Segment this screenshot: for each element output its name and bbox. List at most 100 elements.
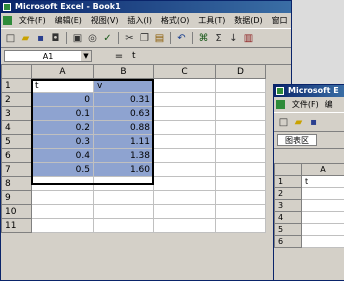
permission-icon[interactable]: ◘ [49,32,62,45]
cell[interactable] [216,219,266,233]
cell[interactable] [216,163,266,177]
row-header[interactable]: 6 [275,236,302,248]
menu-view[interactable]: 视图(V) [91,16,119,25]
cell[interactable] [216,191,266,205]
cell[interactable] [216,177,266,191]
menu-format[interactable]: 格式(O) [161,16,190,25]
row-header[interactable]: 5 [275,224,302,236]
cell-b[interactable]: 0.63 [94,107,154,121]
menu-edit[interactable]: 编辑(E) [55,16,82,25]
menu-tools[interactable]: 工具(T) [198,16,225,25]
cell-a[interactable]: 0.4 [32,149,94,163]
cell[interactable] [94,205,154,219]
cell-b[interactable]: 1.60 [94,163,154,177]
row-header[interactable]: 10 [2,205,32,219]
undo-icon[interactable]: ↶ [175,32,188,45]
select-all-corner[interactable] [275,164,302,176]
cell[interactable] [154,121,216,135]
cell[interactable] [216,135,266,149]
cell[interactable] [94,177,154,191]
cell[interactable] [302,200,344,212]
cell[interactable] [302,212,344,224]
cell-a[interactable]: 0.3 [32,135,94,149]
sort-icon[interactable]: ↓ [227,32,240,45]
new-icon[interactable]: □ [4,32,17,45]
title-bar[interactable]: Microsoft E [274,85,344,97]
row-header[interactable]: 8 [2,177,32,191]
formula-equals-icon[interactable]: = [112,51,126,62]
cell-a1[interactable]: t [32,79,94,93]
paste-icon[interactable]: ▤ [153,32,166,45]
row-header[interactable]: 1 [275,176,302,188]
menu-insert[interactable]: 插入(I) [127,16,152,25]
cell[interactable] [216,121,266,135]
menu-data[interactable]: 数据(D) [234,16,262,25]
cell-b[interactable]: 1.38 [94,149,154,163]
column-header-a[interactable]: A [32,65,94,79]
cell[interactable] [154,93,216,107]
save-icon[interactable]: ▪ [34,32,47,45]
menu-file[interactable]: 文件(F) [292,100,319,109]
open-icon[interactable]: ▰ [292,116,305,129]
open-icon[interactable]: ▰ [19,32,32,45]
save-icon[interactable]: ▪ [307,116,320,129]
name-box[interactable]: 图表区 [277,134,317,146]
chart-icon[interactable]: ▥ [242,32,255,45]
cell[interactable] [154,205,216,219]
row-header[interactable]: 6 [2,149,32,163]
spell-icon[interactable]: ✓ [101,32,114,45]
workbook-icon[interactable] [3,16,12,25]
cut-icon[interactable]: ✂ [123,32,136,45]
cell[interactable] [32,205,94,219]
name-box[interactable]: A1 ▼ [4,50,92,62]
row-header[interactable]: 2 [275,188,302,200]
hyperlink-icon[interactable]: ⌘ [197,32,210,45]
cell-a[interactable]: 0.2 [32,121,94,135]
cell[interactable] [94,219,154,233]
preview-icon[interactable]: ◎ [86,32,99,45]
print-icon[interactable]: ▣ [71,32,84,45]
cell[interactable] [154,219,216,233]
cell[interactable] [154,135,216,149]
cell[interactable] [32,219,94,233]
cell[interactable] [154,107,216,121]
column-header-c[interactable]: C [154,65,216,79]
new-icon[interactable]: □ [277,116,290,129]
row-header[interactable]: 3 [2,107,32,121]
cell[interactable] [216,107,266,121]
row-header[interactable]: 4 [2,121,32,135]
column-header-b[interactable]: B [94,65,154,79]
cell[interactable] [302,236,344,248]
row-header[interactable]: 11 [2,219,32,233]
sum-icon[interactable]: Σ [212,32,225,45]
row-header[interactable]: 4 [275,212,302,224]
row-header[interactable]: 2 [2,93,32,107]
select-all-corner[interactable] [2,65,32,79]
cell[interactable] [154,163,216,177]
cell[interactable] [216,149,266,163]
cell[interactable] [154,177,216,191]
workbook-icon[interactable] [276,100,285,109]
row-header[interactable]: 5 [2,135,32,149]
chevron-down-icon[interactable]: ▼ [81,51,91,61]
copy-icon[interactable]: ❐ [138,32,151,45]
column-header-d[interactable]: D [216,65,266,79]
cell[interactable] [94,191,154,205]
cell[interactable] [216,93,266,107]
cell[interactable] [154,191,216,205]
cell[interactable] [216,79,266,93]
cell-a1[interactable]: t [302,176,344,188]
row-header[interactable]: 1 [2,79,32,93]
menu-edit[interactable]: 编 [325,100,333,109]
row-header[interactable]: 9 [2,191,32,205]
formula-input[interactable]: t [132,51,136,61]
cell[interactable] [302,188,344,200]
cell-a[interactable]: 0.5 [32,163,94,177]
cell[interactable] [216,205,266,219]
cell[interactable] [32,177,94,191]
cell-b1[interactable]: v [94,79,154,93]
cell-a[interactable]: 0.1 [32,107,94,121]
title-bar[interactable]: Microsoft Excel - Book1 [1,1,291,13]
cell-b[interactable]: 1.11 [94,135,154,149]
cell-a[interactable]: 0 [32,93,94,107]
